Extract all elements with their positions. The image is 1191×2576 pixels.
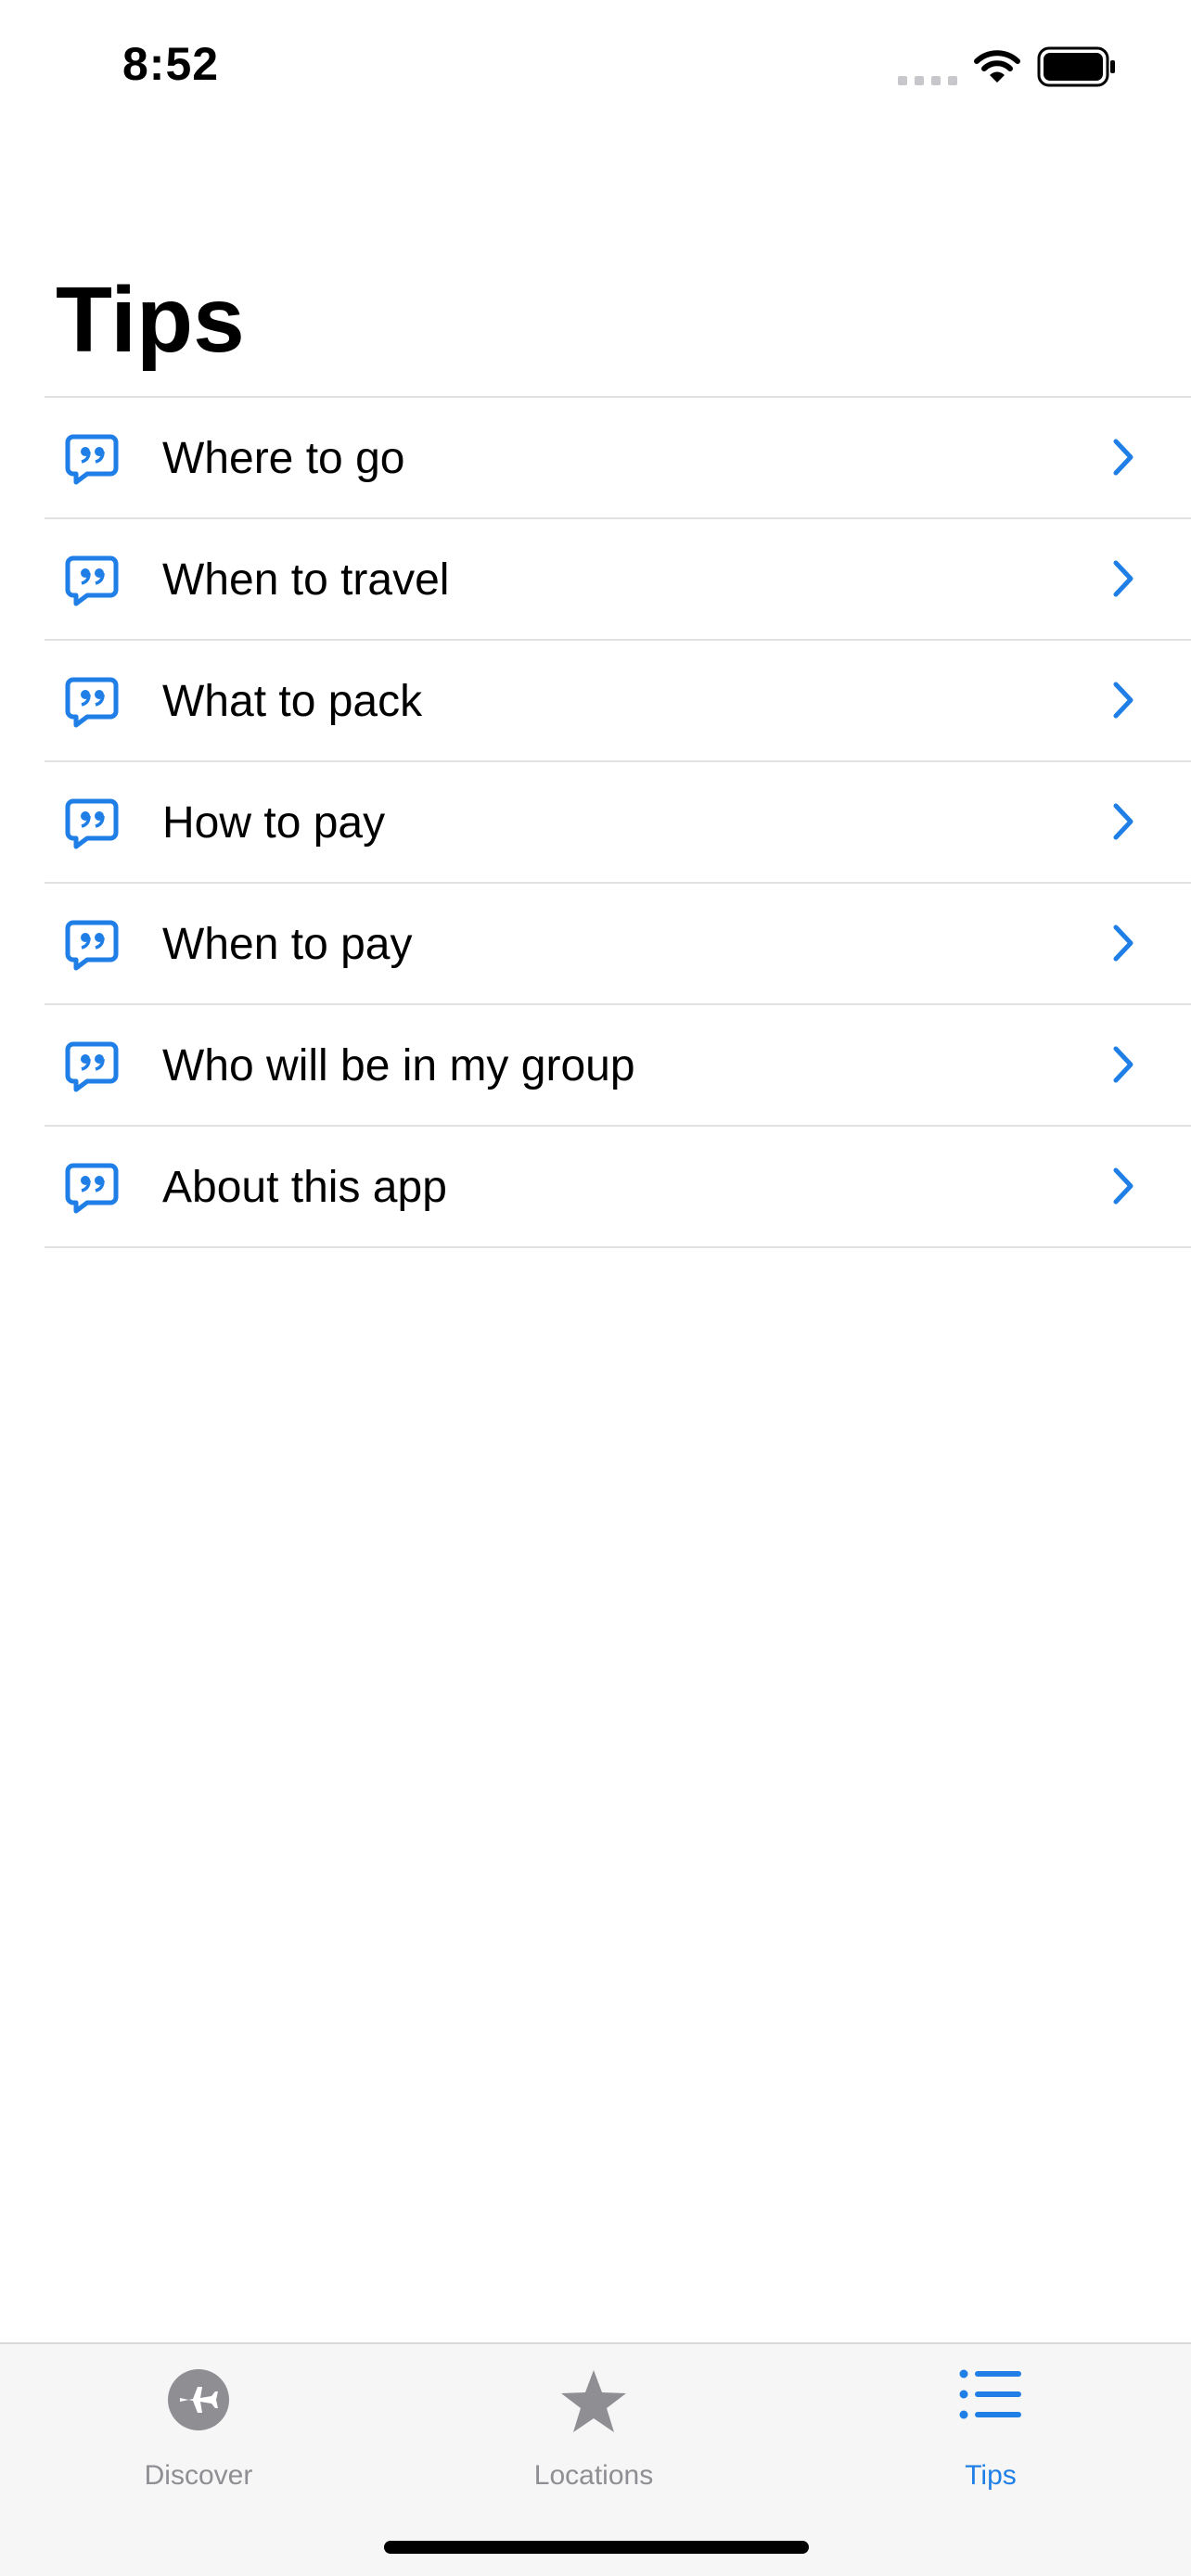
status-bar: 8:52 (0, 0, 1191, 139)
home-indicator (384, 2541, 809, 2554)
status-time: 8:52 (122, 38, 220, 90)
list-item[interactable]: When to travel (45, 517, 1191, 639)
tips-list: Where to go When to travel What to pack … (45, 396, 1191, 1248)
list-item-label: When to pay (162, 920, 413, 969)
tab-label: Tips (965, 2460, 1017, 2491)
tab-label: Locations (533, 2460, 654, 2491)
wifi-icon (974, 50, 1020, 83)
chevron-right-icon (1113, 803, 1133, 840)
star-icon (561, 2370, 626, 2432)
list-item-label: About this app (162, 1163, 447, 1212)
airplane-circle-icon (168, 2369, 229, 2430)
quote-bubble-icon (65, 920, 119, 971)
tab-discover[interactable]: Discover (87, 2344, 310, 2491)
quote-bubble-icon (65, 434, 119, 485)
list-item-label: How to pay (162, 798, 386, 848)
chevron-right-icon (1113, 1167, 1133, 1205)
cellular-signal-icon (898, 76, 957, 85)
tab-locations[interactable]: Locations (482, 2344, 705, 2491)
list-item[interactable]: About this app (45, 1125, 1191, 1248)
battery-icon (1037, 46, 1115, 87)
list-item[interactable]: Who will be in my group (45, 1003, 1191, 1125)
list-item[interactable]: When to pay (45, 882, 1191, 1003)
list-item-label: Who will be in my group (162, 1041, 635, 1090)
quote-bubble-icon (65, 1163, 119, 1214)
chevron-right-icon (1113, 1046, 1133, 1083)
tab-label: Discover (144, 2460, 253, 2491)
page-title: Tips (56, 268, 245, 372)
list-item[interactable]: What to pack (45, 639, 1191, 760)
chevron-right-icon (1113, 925, 1133, 962)
quote-bubble-icon (65, 798, 119, 849)
list-item-label: When to travel (162, 555, 450, 605)
chevron-right-icon (1113, 560, 1133, 597)
quote-bubble-icon (65, 555, 119, 606)
list-bullet-icon (959, 2369, 1021, 2419)
list-item-label: Where to go (162, 434, 405, 483)
chevron-right-icon (1113, 682, 1133, 719)
quote-bubble-icon (65, 1041, 119, 1092)
list-item[interactable]: Where to go (45, 396, 1191, 517)
tab-tips[interactable]: Tips (879, 2344, 1102, 2491)
quote-bubble-icon (65, 677, 119, 728)
list-item[interactable]: How to pay (45, 760, 1191, 882)
chevron-right-icon (1113, 439, 1133, 476)
list-item-label: What to pack (162, 677, 423, 726)
